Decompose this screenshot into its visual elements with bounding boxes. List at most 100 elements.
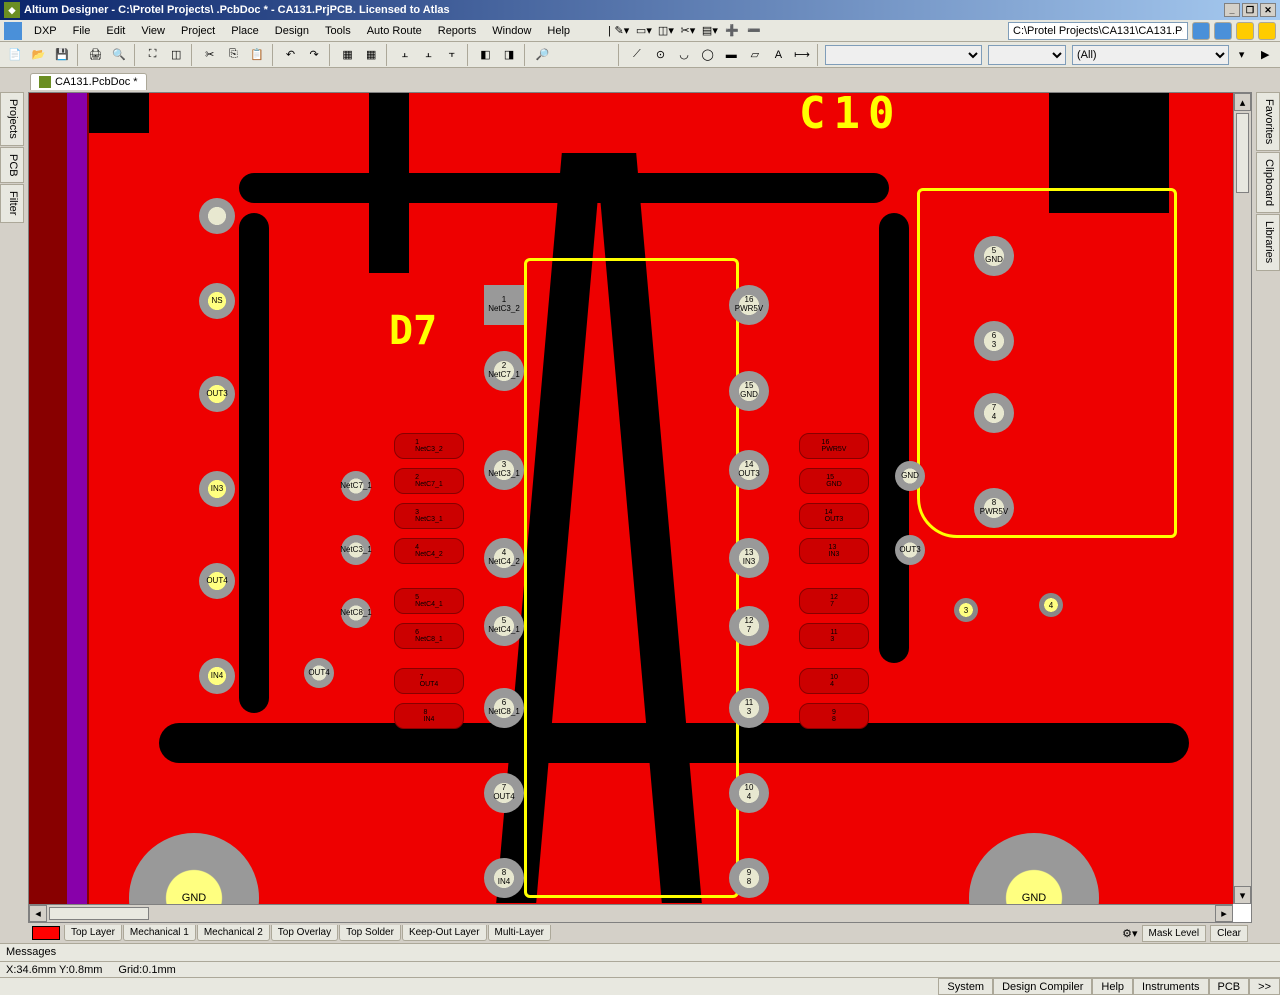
- menu-window[interactable]: Window: [484, 22, 539, 40]
- pad-OUT4[interactable]: OUT4: [304, 658, 334, 688]
- save-icon[interactable]: 💾: [51, 44, 73, 66]
- arc-icon[interactable]: ◡: [673, 44, 695, 66]
- browse-icon[interactable]: 🔎: [532, 44, 554, 66]
- side-filter[interactable]: Filter: [0, 184, 24, 222]
- menu-view[interactable]: View: [133, 22, 173, 40]
- via-4[interactable]: 4: [1039, 593, 1063, 617]
- menu-reports[interactable]: Reports: [430, 22, 485, 40]
- undo-icon[interactable]: ↶: [280, 44, 302, 66]
- copy-icon[interactable]: ⎘: [223, 44, 245, 66]
- path-input[interactable]: [1008, 22, 1188, 40]
- pad-[interactable]: [199, 198, 235, 234]
- view2-icon[interactable]: ◨: [498, 44, 520, 66]
- footer-help[interactable]: Help: [1092, 978, 1133, 995]
- align2-icon[interactable]: ⫠: [418, 44, 440, 66]
- tool-cut-icon[interactable]: ✂▾: [677, 20, 699, 42]
- smd-right-10[interactable]: 104: [799, 668, 869, 694]
- pad-IN4[interactable]: IN4: [199, 658, 235, 694]
- menu-autoroute[interactable]: Auto Route: [359, 22, 430, 40]
- text-icon[interactable]: A: [768, 44, 790, 66]
- dim-icon[interactable]: ⟼: [791, 44, 813, 66]
- close-button[interactable]: ✕: [1260, 3, 1276, 17]
- scroll-h-thumb[interactable]: [49, 907, 149, 920]
- footer-instruments[interactable]: Instruments: [1133, 978, 1208, 995]
- menu-help[interactable]: Help: [539, 22, 578, 40]
- col1-pad-5[interactable]: 5NetC4_1: [484, 606, 524, 646]
- footer-pcb[interactable]: PCB: [1209, 978, 1250, 995]
- tool-sheet-icon[interactable]: ▤▾: [699, 20, 721, 42]
- menu-dxp[interactable]: DXP: [26, 22, 65, 40]
- col2-pad-15[interactable]: 15GND: [729, 371, 769, 411]
- layer-tab[interactable]: Top Solder: [339, 925, 401, 941]
- side-clipboard[interactable]: Clipboard: [1256, 152, 1280, 213]
- side-pcb[interactable]: PCB: [0, 147, 24, 184]
- redo-icon[interactable]: ↷: [303, 44, 325, 66]
- via-3[interactable]: 3: [954, 598, 978, 622]
- footer-design-compiler[interactable]: Design Compiler: [993, 978, 1092, 995]
- menu-project[interactable]: Project: [173, 22, 223, 40]
- smd-left-4[interactable]: 4NetC4_2: [394, 538, 464, 564]
- nav-fav-icon[interactable]: [1258, 22, 1276, 40]
- dxp-icon[interactable]: [4, 22, 22, 40]
- scrollbar-horizontal[interactable]: ◂ ▸: [29, 904, 1233, 922]
- pad-icon[interactable]: ◯: [697, 44, 719, 66]
- combo2[interactable]: [988, 45, 1066, 65]
- view1-icon[interactable]: ◧: [475, 44, 497, 66]
- cut-icon[interactable]: ✂: [199, 44, 221, 66]
- col2-pad-14[interactable]: 14OUT3: [729, 450, 769, 490]
- tool-layer-icon[interactable]: ◫▾: [655, 20, 677, 42]
- tool-remove-icon[interactable]: ➖: [743, 20, 765, 42]
- smd-right-14[interactable]: 14OUT3: [799, 503, 869, 529]
- zoom-fit-icon[interactable]: ⛶: [142, 44, 164, 66]
- mask-level-button[interactable]: Mask Level: [1142, 925, 1207, 942]
- smd-left-1[interactable]: 1NetC3_2: [394, 433, 464, 459]
- clear-button[interactable]: Clear: [1210, 925, 1248, 942]
- minimize-button[interactable]: _: [1224, 3, 1240, 17]
- filter-btn-icon[interactable]: ▾: [1231, 44, 1253, 66]
- side-libraries[interactable]: Libraries: [1256, 214, 1280, 270]
- colR-pad-8[interactable]: 8PWR5V: [974, 488, 1014, 528]
- smd-right-9[interactable]: 98: [799, 703, 869, 729]
- scroll-right-icon[interactable]: ▸: [1215, 905, 1233, 922]
- filter-go-icon[interactable]: ▶: [1254, 44, 1276, 66]
- tool-select-icon[interactable]: ▭▾: [633, 20, 655, 42]
- smd-left-3[interactable]: 3NetC3_1: [394, 503, 464, 529]
- menu-file[interactable]: File: [65, 22, 99, 40]
- col2-pad-16[interactable]: 16PWR5V: [729, 285, 769, 325]
- layer-options-icon[interactable]: ⚙▾: [1122, 927, 1137, 940]
- smd-right-15[interactable]: 15GND: [799, 468, 869, 494]
- group2-icon[interactable]: ▦: [360, 44, 382, 66]
- layer-tab[interactable]: Mechanical 1: [123, 925, 196, 941]
- side-projects[interactable]: Projects: [0, 92, 24, 146]
- smd-left-7[interactable]: 7OUT4: [394, 668, 464, 694]
- maximize-button[interactable]: ❐: [1242, 3, 1258, 17]
- pad-NS[interactable]: NS: [199, 283, 235, 319]
- smd-left-8[interactable]: 8IN4: [394, 703, 464, 729]
- pad-GND[interactable]: GND: [895, 461, 925, 491]
- menu-edit[interactable]: Edit: [98, 22, 133, 40]
- col1-pad-7[interactable]: 7OUT4: [484, 773, 524, 813]
- open-icon[interactable]: 📂: [28, 44, 50, 66]
- zoom-sel-icon[interactable]: ◫: [165, 44, 187, 66]
- col1-pad-2[interactable]: 2NetC7_1: [484, 351, 524, 391]
- scroll-up-icon[interactable]: ▴: [1234, 93, 1251, 111]
- doc-tab-active[interactable]: CA131.PcbDoc *: [30, 73, 147, 90]
- tool-add-icon[interactable]: ➕: [721, 20, 743, 42]
- paste-icon[interactable]: 📋: [246, 44, 268, 66]
- new-icon[interactable]: 📄: [4, 44, 26, 66]
- pad-OUT3[interactable]: OUT3: [895, 535, 925, 565]
- nav-back-icon[interactable]: [1192, 22, 1210, 40]
- group1-icon[interactable]: ▦: [337, 44, 359, 66]
- colR-pad-6[interactable]: 63: [974, 321, 1014, 361]
- colR-pad-7[interactable]: 74: [974, 393, 1014, 433]
- layer-tab[interactable]: Top Overlay: [271, 925, 338, 941]
- scroll-v-thumb[interactable]: [1236, 113, 1249, 193]
- smd-left-5[interactable]: 5NetC4_1: [394, 588, 464, 614]
- scrollbar-vertical[interactable]: ▴ ▾: [1233, 93, 1251, 904]
- smd-right-11[interactable]: 113: [799, 623, 869, 649]
- pcb-canvas[interactable]: D7 C10 NSOUT3IN3OUT4IN4OUT4NetC7_1NetC3_…: [29, 93, 1233, 904]
- col1-pad-8[interactable]: 8IN4: [484, 858, 524, 898]
- pad-OUT3[interactable]: OUT3: [199, 376, 235, 412]
- smd-right-12[interactable]: 127: [799, 588, 869, 614]
- smd-left-2[interactable]: 2NetC7_1: [394, 468, 464, 494]
